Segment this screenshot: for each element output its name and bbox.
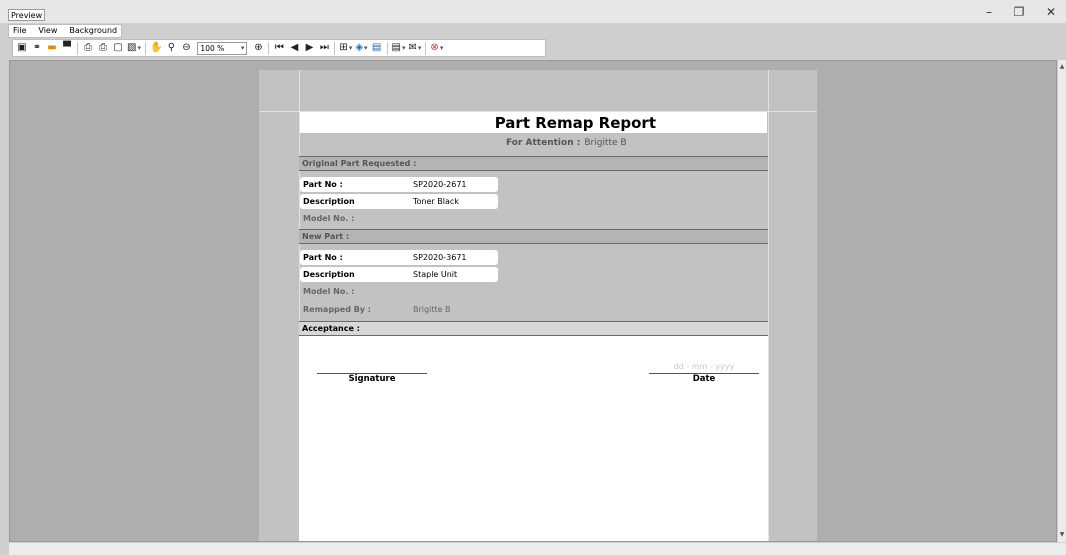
- remapped-by-label: Remapped By :: [303, 305, 372, 314]
- new-part-no-row: Part No : SP2020-3671: [300, 250, 498, 265]
- new-description-row: Description Staple Unit: [300, 267, 498, 282]
- email-icon[interactable]: ✉: [409, 41, 422, 55]
- close-button[interactable]: ✕: [1040, 4, 1062, 20]
- toolbar-separator: [77, 41, 78, 55]
- zoom-out-icon[interactable]: ⊖: [180, 41, 192, 55]
- toolbar: ▣ ⚭ ▬ ▀ ⎙ ⎙ ▢ ▧ ✋ ⚲ ⊖ 100 % ⊕ ⏮ ◀ ▶ ⏭ ⊞ …: [12, 39, 546, 57]
- part-no-label: Part No :: [303, 180, 343, 189]
- hand-tool-icon[interactable]: ✋: [150, 41, 162, 55]
- attention-value: Brigitte B: [584, 138, 627, 148]
- remapped-by-row: Remapped By : Brigitte B: [300, 302, 498, 317]
- minimize-button[interactable]: –: [978, 4, 1000, 20]
- open-icon[interactable]: ▬: [46, 41, 58, 55]
- scroll-down-icon[interactable]: ▼: [1058, 530, 1066, 540]
- new-part-no-value: SP2020-3671: [413, 253, 467, 262]
- date-label: Date: [692, 374, 716, 384]
- model-no-label: Model No. :: [303, 287, 355, 296]
- page-margin-guide: [768, 70, 769, 541]
- attention-label: For Attention :: [506, 138, 581, 148]
- close-preview-icon[interactable]: ⊗: [430, 41, 443, 55]
- part-no-label: Part No :: [303, 253, 343, 262]
- watermark-icon[interactable]: ▤: [371, 41, 383, 55]
- preview-workspace[interactable]: Part Remap Report For Attention : Brigitt…: [9, 60, 1057, 542]
- new-part-header: New Part :: [299, 229, 768, 244]
- attention-line: For Attention : Brigitte B: [506, 138, 627, 148]
- zoom-in-icon[interactable]: ⊕: [252, 41, 264, 55]
- previous-page-icon[interactable]: ◀: [288, 41, 300, 55]
- horizontal-scrollbar[interactable]: [9, 542, 1066, 555]
- toolbar-separator: [386, 41, 388, 55]
- description-label: Description: [303, 270, 355, 279]
- report-page: Part Remap Report For Attention : Brigitt…: [259, 70, 817, 541]
- report-title: Part Remap Report: [494, 114, 656, 132]
- menu-bar: File View Background: [8, 24, 123, 38]
- magnifier-icon[interactable]: ⚲: [165, 41, 177, 55]
- vertical-scrollbar[interactable]: ▲ ▼: [1057, 60, 1066, 542]
- window-title: Preview: [8, 9, 46, 21]
- original-description-row: Description Toner Black: [300, 194, 498, 209]
- description-label: Description: [303, 197, 355, 206]
- toolbar-separator: [425, 41, 427, 55]
- original-description-value: Toner Black: [413, 197, 459, 206]
- toolbar-separator: [334, 41, 336, 55]
- acceptance-header: Acceptance :: [299, 321, 768, 336]
- menu-background[interactable]: Background: [67, 25, 119, 37]
- remapped-by-value: Brigitte B: [413, 305, 451, 314]
- toolbar-separator: [144, 41, 146, 55]
- quick-print-icon[interactable]: ⎙: [97, 41, 109, 55]
- multiple-pages-icon[interactable]: ⊞: [339, 41, 352, 55]
- menu-file[interactable]: File: [11, 25, 28, 37]
- original-model-row: Model No. :: [300, 211, 498, 226]
- print-icon[interactable]: ⎙: [82, 41, 94, 55]
- save-icon[interactable]: ▀: [61, 41, 73, 55]
- find-icon[interactable]: ⚭: [31, 41, 43, 55]
- signature-label: Signature: [348, 374, 396, 384]
- window-title-bar: Preview – ❐ ✕: [0, 0, 1066, 24]
- toolbar-separator: [268, 41, 270, 55]
- original-part-header: Original Part Requested :: [299, 156, 768, 171]
- scroll-up-icon[interactable]: ▲: [1058, 62, 1066, 72]
- original-part-no-row: Part No : SP2020-2671: [300, 177, 498, 192]
- new-model-row: Model No. :: [300, 284, 498, 299]
- menu-view[interactable]: View: [36, 25, 59, 37]
- restore-button[interactable]: ❐: [1008, 4, 1030, 20]
- report-body: Part Remap Report For Attention : Brigitt…: [299, 70, 768, 541]
- model-no-label: Model No. :: [303, 214, 355, 223]
- new-description-value: Staple Unit: [413, 270, 458, 279]
- page-setup-icon[interactable]: ▢: [112, 41, 124, 55]
- scale-icon[interactable]: ▧: [127, 41, 141, 55]
- zoom-dropdown[interactable]: 100 %: [197, 41, 248, 55]
- last-page-icon[interactable]: ⏭: [318, 41, 330, 55]
- background-color-icon[interactable]: ◈: [355, 41, 367, 55]
- date-placeholder: dd - mm - yyyy: [673, 362, 735, 371]
- first-page-icon[interactable]: ⏮: [273, 41, 285, 55]
- next-page-icon[interactable]: ▶: [303, 41, 315, 55]
- report-title-band: Part Remap Report: [300, 112, 767, 133]
- original-part-no-value: SP2020-2671: [413, 180, 467, 189]
- export-icon[interactable]: ▤: [392, 41, 406, 55]
- toggle-pane-icon[interactable]: ▣: [16, 41, 28, 55]
